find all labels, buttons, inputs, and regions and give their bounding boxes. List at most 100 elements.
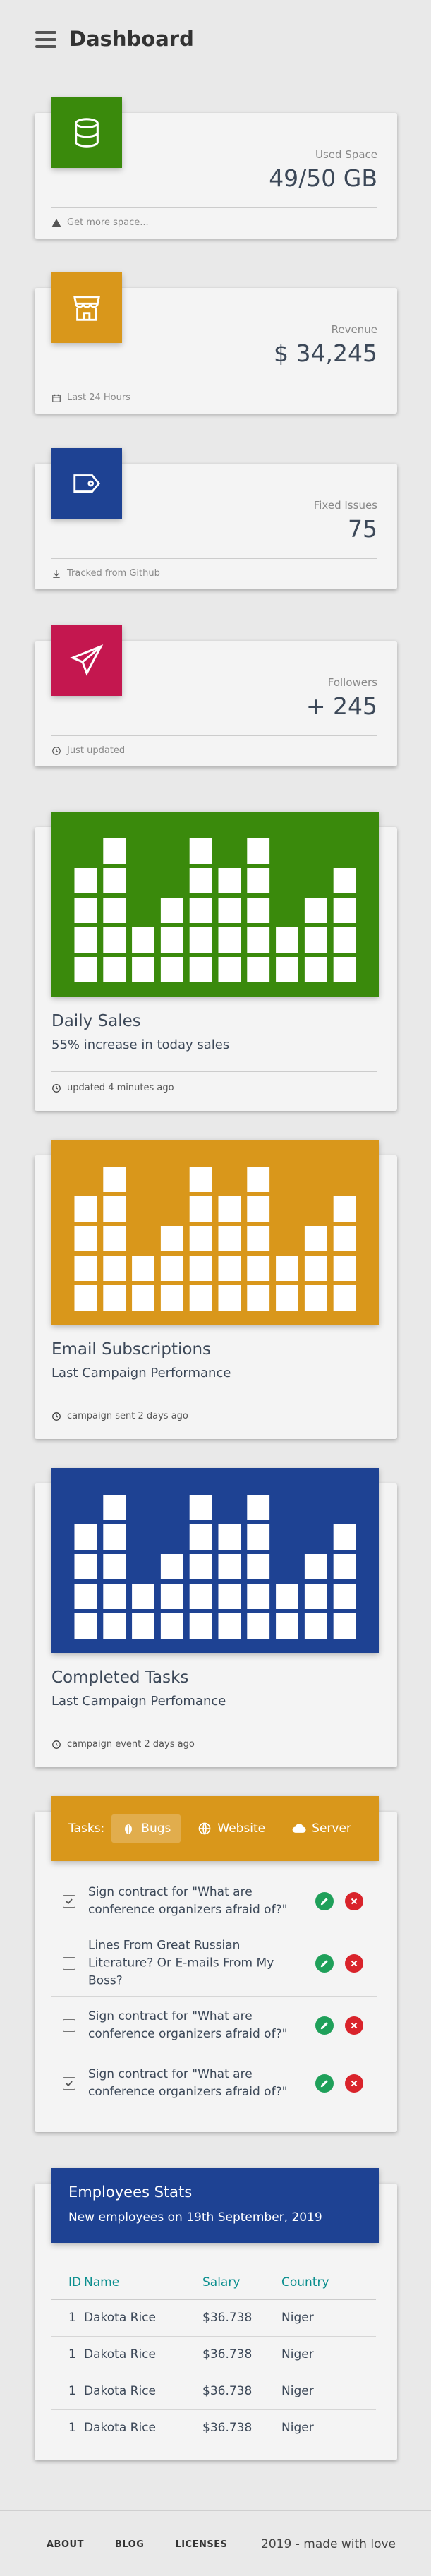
stat-card-revenue: Revenue $ 34,245 Last 24 Hours: [35, 272, 397, 414]
bar-block: [218, 868, 241, 893]
employees-table: ID Name Salary Country 1 Dakota Rice $36…: [51, 2265, 376, 2446]
footer-link-blog[interactable]: BLOG: [115, 2539, 144, 2550]
stat-card-fixed-issues: Fixed Issues 75 Tracked from Github: [35, 448, 397, 589]
divider: [51, 735, 377, 736]
task-text: Lines From Great Russian Literature? Or …: [88, 1938, 274, 1987]
bar-block: [304, 957, 327, 982]
footer-links: ABOUT BLOG LICENSES: [47, 2539, 227, 2550]
cell-id: 1: [51, 2336, 84, 2373]
chart-footer-text: updated 4 minutes ago: [67, 1083, 174, 1093]
stat-footer: Last 24 Hours: [51, 392, 130, 403]
clock-icon: [52, 746, 61, 755]
pencil-icon: [320, 2080, 328, 2088]
bar-block: [189, 1196, 212, 1222]
bar-block: [333, 1554, 356, 1579]
footer-link-about[interactable]: ABOUT: [47, 2539, 84, 2550]
table-row: 1 Dakota Rice $36.738 Niger: [51, 2299, 376, 2337]
employees-title: Employees Stats: [68, 2184, 193, 2201]
bar-chart: [74, 838, 356, 982]
delete-task-button[interactable]: [345, 1891, 363, 1910]
task-checkbox[interactable]: [63, 1894, 75, 1908]
bar-block: [74, 1285, 97, 1311]
bar-block: [333, 868, 356, 893]
delete-task-button[interactable]: [345, 2016, 363, 2035]
bar-block: [333, 1256, 356, 1281]
bar-chart: [74, 1495, 356, 1639]
warning-icon: [51, 218, 61, 227]
bar-block: [189, 1226, 212, 1251]
bar-block: [218, 957, 241, 982]
employees-card: Employees Stats New employees on 19th Se…: [35, 2168, 397, 2460]
bar-block: [189, 1584, 212, 1609]
bar-block: [247, 1584, 270, 1609]
bar-block: [160, 898, 183, 923]
footer-copyright: 2019 - made with love: [261, 2537, 396, 2551]
bar-block: [247, 1167, 270, 1192]
task-row: Sign contract for "What are conference o…: [51, 2054, 377, 2112]
stat-footer[interactable]: Get more space...: [51, 217, 149, 228]
bar-block: [218, 1256, 241, 1281]
bar-block: [218, 1285, 241, 1311]
bar-block: [247, 1495, 270, 1520]
close-icon: [351, 1960, 358, 1966]
task-checkbox[interactable]: [63, 2018, 75, 2032]
tab-website[interactable]: Website: [188, 1814, 275, 1843]
bar-block: [333, 1196, 356, 1222]
chart-footer-text: campaign sent 2 days ago: [67, 1411, 188, 1421]
task-checkbox[interactable]: [63, 1956, 75, 1970]
bar-chart: [74, 1167, 356, 1311]
bar-block: [189, 898, 212, 923]
bar-block: [160, 1554, 183, 1579]
clock-icon: [52, 1083, 61, 1093]
bar-block: [160, 1285, 183, 1311]
stat-value: 75: [348, 515, 377, 543]
edit-task-button[interactable]: [315, 2016, 334, 2035]
bar-block: [103, 1226, 126, 1251]
cloud-icon: [292, 1824, 306, 1833]
tab-server[interactable]: Server: [282, 1814, 361, 1843]
delete-task-button[interactable]: [345, 2074, 363, 2093]
delete-task-button[interactable]: [345, 1954, 363, 1973]
bar-block: [333, 1226, 356, 1251]
edit-task-button[interactable]: [315, 1891, 334, 1910]
tab-label: Bugs: [141, 1822, 171, 1836]
footer-link-licenses[interactable]: LICENSES: [175, 2539, 227, 2550]
tasks-card: Tasks: Bugs Website Server Sign contract…: [35, 1796, 397, 2132]
bar-block: [189, 1554, 212, 1579]
cell-name: Dakota Rice: [84, 2336, 202, 2373]
bar-block: [103, 1256, 126, 1281]
chart-footer: campaign event 2 days ago: [51, 1739, 195, 1750]
edit-task-button[interactable]: [315, 1954, 334, 1973]
task-checkbox[interactable]: [63, 2077, 75, 2090]
bar-block: [103, 927, 126, 953]
bar-block: [103, 838, 126, 864]
cell-country: Niger: [281, 2421, 314, 2436]
page-title: Dashboard: [69, 27, 194, 51]
checkmark-icon: [66, 1898, 73, 1904]
bar-block: [74, 898, 97, 923]
chart-footer: campaign sent 2 days ago: [51, 1411, 188, 1421]
stat-value: + 245: [305, 692, 377, 720]
close-icon: [351, 2080, 358, 2087]
bar-block: [247, 1256, 270, 1281]
hamburger-menu-icon[interactable]: [35, 31, 56, 48]
download-icon: [53, 570, 60, 578]
tab-bugs[interactable]: Bugs: [111, 1814, 181, 1843]
stat-value: 49/50 GB: [269, 164, 377, 192]
cell-id: 1: [51, 2299, 84, 2337]
bar-block: [218, 1584, 241, 1609]
column-header-id: ID: [51, 2265, 84, 2300]
pencil-icon: [320, 1959, 328, 1967]
calendar-icon: [52, 394, 61, 402]
bar-block: [103, 1524, 126, 1550]
bar-block: [218, 898, 241, 923]
edit-task-button[interactable]: [315, 2074, 334, 2093]
stat-label: Used Space: [315, 148, 377, 161]
stat-footer-text[interactable]: Get more space...: [67, 217, 149, 228]
bar-block: [103, 898, 126, 923]
paper-plane-icon: [51, 625, 122, 696]
chart-subtitle: 55% increase in today sales: [51, 1037, 230, 1052]
bar-block: [247, 1524, 270, 1550]
bar-block: [333, 1285, 356, 1311]
bar-block: [276, 1584, 298, 1609]
